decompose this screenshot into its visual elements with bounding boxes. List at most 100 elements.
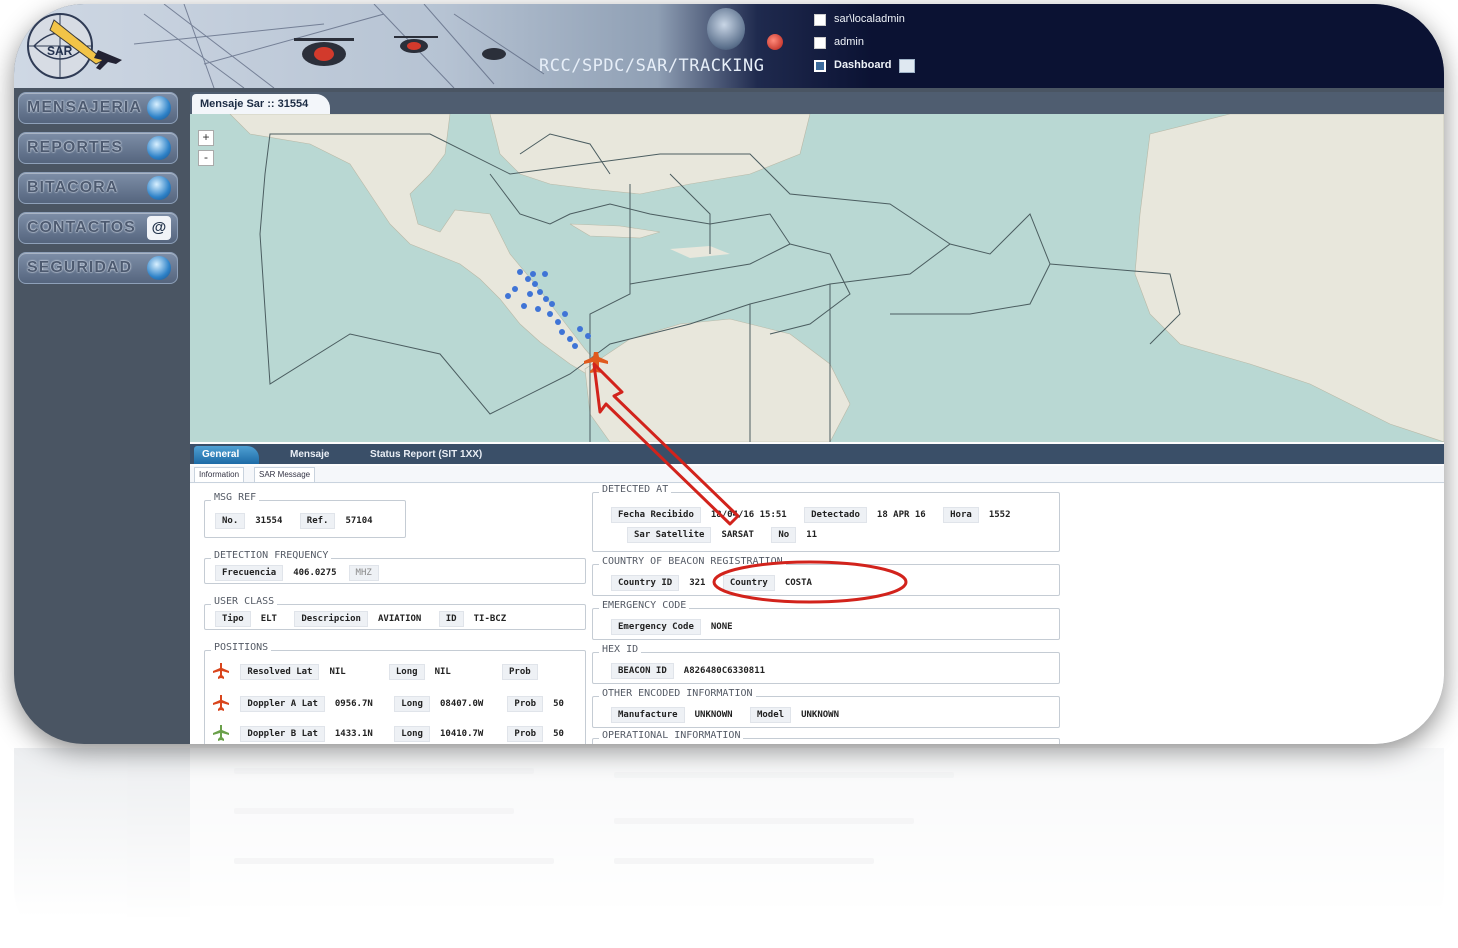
reflection-line (614, 858, 874, 864)
lat-label: Doppler B Lat (240, 725, 325, 742)
reflection-line (234, 808, 514, 814)
emergency-code-value: NONE (710, 622, 733, 632)
header-banner: SAR RCC/SPDC/SAR/TRACKING sar\localadmin… (14, 4, 1444, 88)
emergency-code-legend: EMERGENCY CODE (599, 600, 690, 611)
hora-value: 1552 (988, 510, 1011, 520)
user-path-item[interactable]: sar\localadmin (814, 8, 915, 31)
notification-icon[interactable] (767, 34, 783, 50)
other-info-fieldset: OTHER ENCODED INFORMATION Manufacture UNK… (592, 688, 1060, 728)
detected-at-fieldset: DETECTED AT Fecha Recibido 18/04/16 15:51… (592, 484, 1060, 552)
positions-legend: POSITIONS (211, 642, 272, 653)
prob-value (542, 670, 554, 674)
sat-no-label: No (771, 527, 797, 543)
tab-bar: Mensaje Sar :: 31554 (190, 92, 1444, 114)
long-label: Long (394, 725, 430, 742)
fecha-recibido-label: Fecha Recibido (611, 507, 701, 523)
country-label: Country (722, 575, 775, 591)
log-book-icon (147, 176, 171, 200)
descripcion-label: Descripcion (294, 611, 368, 627)
user-menu: sar\localadmin admin Dashboard (814, 8, 916, 77)
dashboard-icon (814, 59, 826, 72)
manufacture-label: Manufacture (611, 707, 685, 723)
msg-no-label: No. (215, 513, 246, 529)
map-canvas[interactable] (190, 114, 1444, 442)
fecha-recibido-value: 18/04/16 15:51 (710, 510, 787, 520)
account-icon (814, 36, 826, 49)
user-class-legend: USER CLASS (211, 596, 278, 607)
app-window: SAR RCC/SPDC/SAR/TRACKING sar\localadmin… (14, 4, 1444, 744)
prob-value: 50 (553, 698, 564, 709)
lat-label: Doppler A Lat (240, 695, 325, 712)
msg-no-value: 31554 (255, 516, 283, 526)
sar-satellite-label: Sar Satellite (627, 527, 712, 543)
sar-logo (27, 13, 122, 79)
security-icon (147, 256, 171, 280)
sidebar-item-mensajeria[interactable]: MENSAJERIA (18, 92, 178, 124)
long-value: 08407.0W (439, 698, 484, 709)
reflection-line (234, 768, 534, 774)
user-name: admin (834, 36, 864, 48)
manufacture-value: UNKNOWN (694, 710, 733, 720)
subtab-sar-message[interactable]: SAR Message (254, 467, 316, 483)
window-reflection (14, 748, 1444, 948)
detail-tabbar: General Mensaje Status Report (SIT 1XX) (190, 444, 1444, 464)
frequency-unit: MHZ (348, 565, 379, 581)
user-icon (814, 13, 826, 26)
plane-icon (213, 695, 229, 711)
positions-fieldset: POSITIONS Resolved Lat NIL Long NIL Prob D… (204, 642, 586, 744)
subtab-information[interactable]: Information (194, 467, 245, 483)
reflection-line (614, 772, 954, 778)
map-view[interactable]: + - (190, 114, 1444, 442)
long-value: 10410.7W (439, 728, 484, 739)
lat-value: 0956.7N (334, 698, 373, 709)
country-fieldset: COUNTRY OF BEACON REGISTRATION Country I… (592, 556, 1060, 596)
sar-satellite-value: SARSAT (721, 530, 754, 540)
user-item[interactable]: admin (814, 31, 915, 54)
zoom-out-button[interactable]: - (198, 150, 214, 166)
dashboard-label: Dashboard (834, 59, 892, 71)
tab-general[interactable]: General (194, 446, 260, 464)
app-title: RCC/SPDC/SAR/TRACKING (539, 56, 765, 76)
tab-mensaje-sar[interactable]: Mensaje Sar :: 31554 (192, 94, 331, 114)
prob-value: 50 (553, 728, 564, 739)
sidebar-item-bitacora[interactable]: BITACORA (18, 172, 178, 204)
logo-text: SAR (47, 44, 73, 58)
main-panel: Mensaje Sar :: 31554 + - General Mensaje… (190, 92, 1444, 744)
sidebar: MENSAJERIA REPORTES BITACORA CONTACTOS @ … (18, 92, 178, 292)
sidebar-item-label: CONTACTOS (27, 219, 136, 236)
tab-mensaje[interactable]: Mensaje (290, 446, 329, 464)
prob-label: Prob (507, 695, 544, 712)
msg-ref-value: 57104 (345, 516, 373, 526)
dashboard-link[interactable]: Dashboard (814, 54, 916, 77)
detectado-label: Detectado (804, 507, 867, 523)
sidebar-item-label: MENSAJERIA (27, 99, 142, 116)
long-label: Long (388, 663, 425, 680)
position-row: Doppler B Lat 1433.1N Long 10410.7W Prob 50 (213, 725, 576, 742)
plane-icon (213, 663, 229, 679)
detectado-value: 18 APR 16 (876, 510, 926, 520)
position-row: Doppler A Lat 0956.7N Long 08407.0W Prob 50 (213, 695, 576, 712)
aircraft-illustration (133, 4, 545, 88)
position-row: Resolved Lat NIL Long NIL Prob (213, 663, 560, 680)
sidebar-item-seguridad[interactable]: SEGURIDAD (18, 252, 178, 284)
tab-status-report[interactable]: Status Report (SIT 1XX) (370, 446, 482, 464)
chart-icon[interactable] (899, 58, 916, 73)
country-id-label: Country ID (611, 575, 680, 591)
report-globe-icon (147, 136, 171, 160)
other-info-legend: OTHER ENCODED INFORMATION (599, 688, 756, 699)
rcc-emblem (707, 8, 745, 50)
country-id-value: 321 (689, 578, 706, 588)
operational-fieldset: OPERATIONAL INFORMATION (592, 730, 1060, 744)
hex-id-fieldset: HEX ID BEACON ID A826480C6330811 (592, 644, 1060, 684)
descripcion-value: AVIATION (377, 614, 422, 624)
sidebar-item-reportes[interactable]: REPORTES (18, 132, 178, 164)
detail-subtabs: Information SAR Message (190, 466, 1444, 483)
information-content: MSG REF No. 31554 Ref. 57104 DETECTION FRE… (190, 484, 1444, 744)
message-globe-icon (147, 96, 171, 120)
emergency-code-fieldset: EMERGENCY CODE Emergency Code NONE (592, 600, 1060, 640)
user-id-value: TI-BCZ (473, 614, 507, 624)
reflection-line (234, 858, 554, 864)
tipo-label: Tipo (215, 611, 251, 627)
zoom-in-button[interactable]: + (198, 130, 214, 146)
sidebar-item-contactos[interactable]: CONTACTOS @ (18, 212, 178, 244)
